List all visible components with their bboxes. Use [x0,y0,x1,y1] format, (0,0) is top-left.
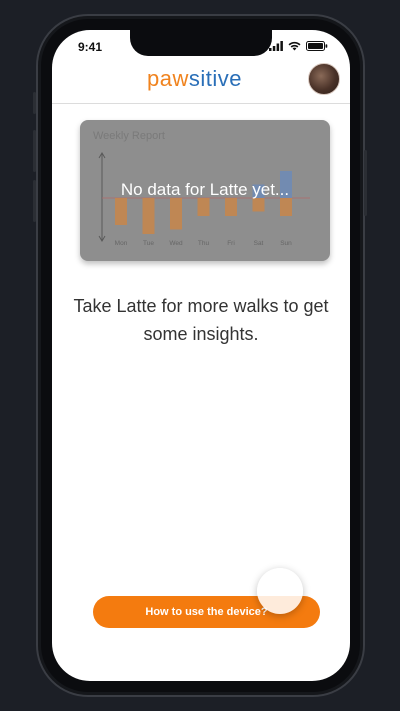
wifi-icon [288,41,301,51]
bar-mon [115,198,127,225]
logo-paw: paw [147,66,189,91]
side-button-power [364,150,367,216]
bar-fri [225,198,237,216]
bar-tue [142,198,155,234]
bar-sat-secondary [252,198,265,212]
tick-label-mon: Mon [115,240,128,247]
app-logo: pawsitive [147,66,242,92]
status-time: 9:41 [78,40,103,54]
notch [130,30,272,56]
tick-label-fri: Fri [227,240,235,247]
no-data-message: No data for Latte yet... [120,180,290,199]
logo-sitive: sitive [188,66,242,91]
bar-thu [197,198,210,216]
tick-label-sat: Sat [254,240,264,247]
signal-icon [269,41,283,51]
weekly-report-card: Weekly Report Mon Tue Wed Thu Fri Sat Sun No d… [80,120,330,261]
tick-label-wed: Wed [169,240,183,247]
tick-label-tue: Tue [143,240,154,247]
side-button-silent [33,92,36,114]
pet-avatar[interactable] [308,63,340,95]
status-icons [269,41,328,51]
tick-label-sun: Sun [280,240,292,247]
side-button-volume-up [33,130,36,172]
battery-icon [306,41,328,51]
side-button-volume-down [33,180,36,222]
app-header: pawsitive [52,60,350,104]
insight-text: Take Latte for more walks to get some in… [73,296,329,344]
app-screen: 9:41 pawsitive Weekly Report Mon Tue Wed Th… [52,30,350,681]
bar-wed [170,198,182,230]
bar-sun-secondary [280,198,292,216]
touch-indicator [257,568,303,614]
tick-label-thu: Thu [198,240,210,247]
